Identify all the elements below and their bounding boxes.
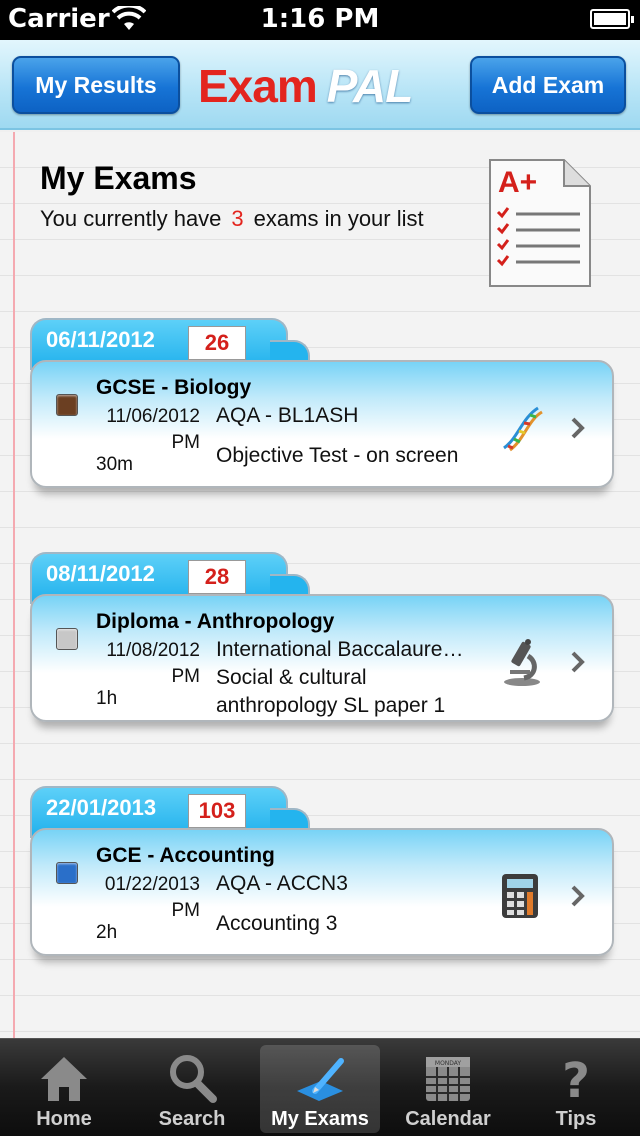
my-results-button[interactable]: My Results [12,56,180,114]
exam-card[interactable]: 08/11/2012 28 Diploma - Anthropology 11/… [30,552,614,724]
page-title: My Exams [40,160,197,196]
exam-card-body[interactable]: GCSE - Biology 11/06/2012 PM 30m AQA - BL… [30,360,614,488]
exam-list-view[interactable]: My Exams You currently have 3 exams in you… [0,132,640,1038]
tab-my-exams[interactable]: My Exams [260,1045,380,1133]
house-icon [41,1057,87,1101]
subject-color-swatch [56,628,78,650]
exam-count: 3 [231,206,244,231]
days-remaining-badge: 28 [188,560,246,594]
exam-date: 08/11/2012 [46,561,155,586]
exam-date: 22/01/2013 [46,795,157,820]
exam-course: Diploma - Anthropology [96,610,335,633]
exam-duration: 30m [96,454,133,475]
exampal-logo: Exam PAL [198,60,413,112]
exam-course: GCSE - Biology [96,376,252,399]
pencil-paper-icon [297,1058,344,1101]
exam-details: International Baccalaure… Social & cultu… [216,638,464,717]
add-exam-button[interactable]: Add Exam [470,56,626,114]
exam-datetime: 11/08/2012 PM [106,640,200,687]
exam-duration: 1h [96,688,118,709]
exam-details: AQA - ACCN3 Accounting 3 [216,872,348,935]
calendar-icon: MONDAY [426,1057,470,1101]
exam-card[interactable]: 22/01/2013 103 GCE - Accounting 01/22/20… [30,786,614,958]
tab-calendar[interactable]: MONDAY Calendar [388,1045,508,1133]
days-remaining-badge: 26 [188,326,246,360]
tab-tips[interactable]: ? Tips [516,1045,636,1133]
svg-text:?: ? [562,1053,590,1105]
exam-duration: 2h [96,922,118,943]
svg-text:A+: A+ [498,166,537,199]
grade-a-plus-document-icon: A+ [489,159,591,287]
status-bar: Carrier 1:16 PM [0,0,640,40]
tab-search[interactable]: Search [132,1045,252,1133]
chevron-right-icon [571,417,585,439]
exam-count-summary: You currently have 3 exams in your list [40,206,424,231]
clock: 1:16 PM [260,4,380,34]
nav-bar: My Results Exam PAL Add Exam [0,40,640,130]
svg-text:MONDAY: MONDAY [435,1060,462,1067]
chevron-right-icon [571,885,585,907]
calculator-icon [502,874,538,918]
battery-icon [590,9,634,29]
tab-home[interactable]: Home [4,1045,124,1133]
exam-card[interactable]: 06/11/2012 26 GCSE - Biology 11/06/2012 P… [30,318,614,490]
days-remaining-badge: 103 [188,794,246,828]
microscope-icon [504,639,540,686]
magnifier-icon [170,1055,217,1103]
dna-icon [503,406,543,452]
exam-card-body[interactable]: Diploma - Anthropology 11/08/2012 PM 1h I… [30,594,614,722]
question-mark-icon: ? [562,1053,590,1105]
exam-course: GCE - Accounting [96,844,275,867]
tab-bar: Home Search My Exams MONDAY Calendar ? T… [0,1038,640,1136]
exam-datetime: 11/06/2012 PM [106,406,200,453]
subject-color-swatch [56,394,78,416]
exam-date: 06/11/2012 [46,327,155,352]
notebook-margin-line [13,132,15,1038]
subject-color-swatch [56,862,78,884]
exam-datetime: 01/22/2013 PM [104,874,200,921]
exam-details: AQA - BL1ASH Objective Test - on screen [216,404,459,467]
exam-card-body[interactable]: GCE - Accounting 01/22/2013 PM 2h AQA - A… [30,828,614,956]
chevron-right-icon [571,651,585,673]
